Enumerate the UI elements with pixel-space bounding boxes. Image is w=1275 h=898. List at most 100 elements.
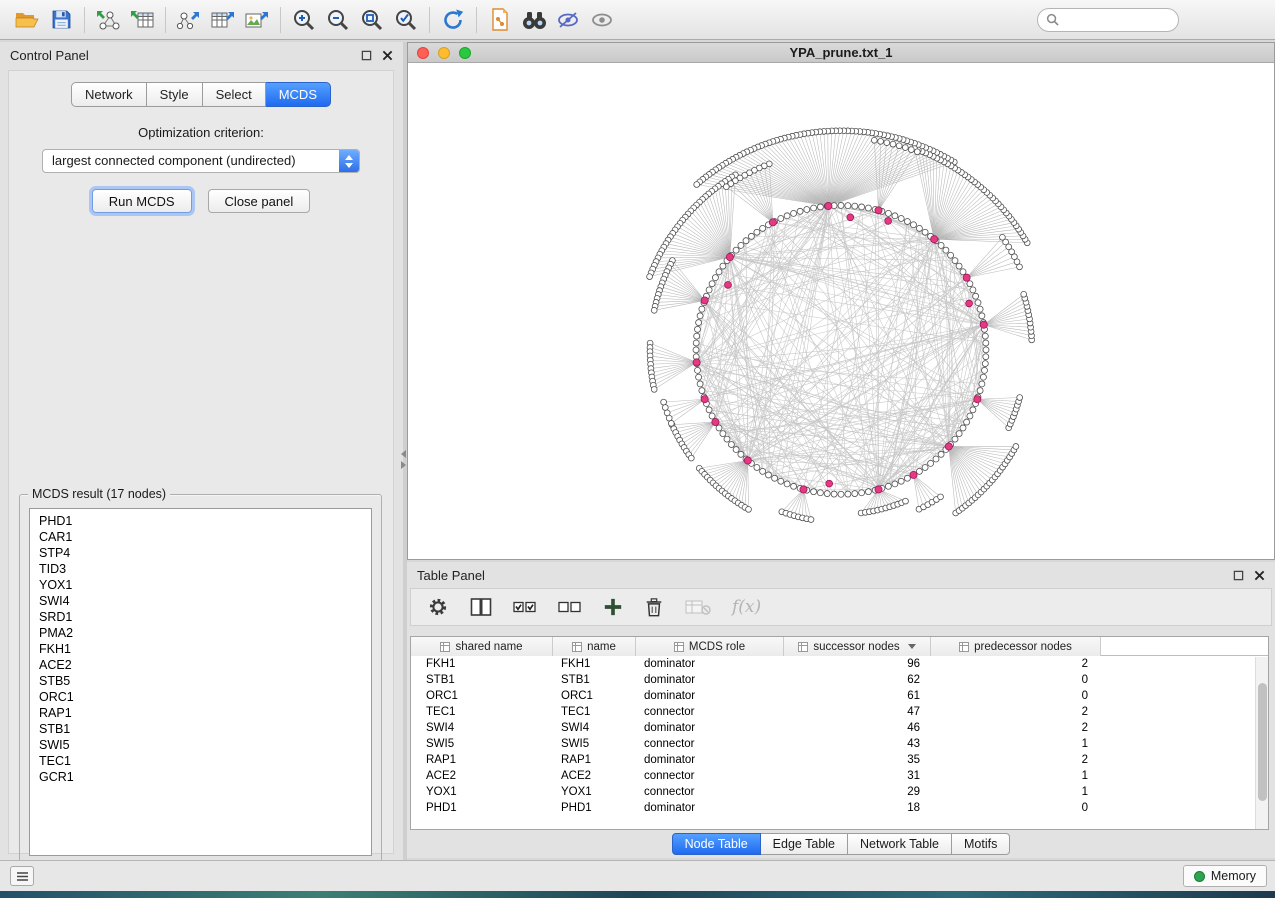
add-column-icon[interactable]: [603, 597, 623, 617]
mcds-result-list[interactable]: PHD1CAR1STP4TID3YOX1SWI4SRD1PMA2FKH1ACE2…: [29, 508, 372, 856]
table-cell[interactable]: PHD1: [411, 800, 553, 816]
column-header-shared-name[interactable]: shared name: [411, 637, 553, 656]
search-input[interactable]: [1064, 11, 1164, 29]
open-file-button[interactable]: [10, 4, 44, 36]
table-cell[interactable]: connector: [636, 736, 784, 752]
import-table-button[interactable]: [125, 4, 159, 36]
table-cell[interactable]: FKH1: [411, 656, 553, 672]
tab-edge-table[interactable]: Edge Table: [761, 833, 848, 855]
search-box[interactable]: [1037, 8, 1179, 32]
mcds-result-item[interactable]: CAR1: [39, 529, 362, 545]
table-row[interactable]: ACE2ACE2connector311: [411, 768, 1268, 784]
table-cell[interactable]: 62: [784, 672, 931, 688]
mcds-result-item[interactable]: YOX1: [39, 577, 362, 593]
float-panel-icon[interactable]: [1233, 570, 1244, 581]
close-panel-icon[interactable]: [382, 50, 393, 61]
graphics-details-button[interactable]: [551, 4, 585, 36]
select-all-icon[interactable]: [513, 599, 537, 615]
table-cell[interactable]: SWI5: [411, 736, 553, 752]
table-row[interactable]: SWI5SWI5connector431: [411, 736, 1268, 752]
table-cell[interactable]: SWI4: [553, 720, 636, 736]
table-cell[interactable]: ACE2: [553, 768, 636, 784]
export-table-button[interactable]: [206, 4, 240, 36]
table-cell[interactable]: dominator: [636, 720, 784, 736]
table-cell[interactable]: dominator: [636, 656, 784, 672]
gear-icon[interactable]: [427, 596, 449, 618]
table-cell[interactable]: 46: [784, 720, 931, 736]
table-cell[interactable]: SWI4: [411, 720, 553, 736]
table-cell[interactable]: connector: [636, 768, 784, 784]
table-cell[interactable]: 2: [931, 656, 1101, 672]
table-cell[interactable]: RAP1: [411, 752, 553, 768]
zoom-out-button[interactable]: [321, 4, 355, 36]
table-cell[interactable]: 35: [784, 752, 931, 768]
table-cell[interactable]: connector: [636, 784, 784, 800]
mcds-result-item[interactable]: SWI5: [39, 737, 362, 753]
mcds-result-item[interactable]: STP4: [39, 545, 362, 561]
run-mcds-button[interactable]: Run MCDS: [92, 189, 192, 213]
mcds-result-item[interactable]: PHD1: [39, 513, 362, 529]
memory-button[interactable]: Memory: [1183, 865, 1267, 887]
clone-network-button[interactable]: [483, 4, 517, 36]
table-row[interactable]: PHD1PHD1dominator180: [411, 800, 1268, 816]
mcds-result-item[interactable]: ACE2: [39, 657, 362, 673]
table-cell[interactable]: 43: [784, 736, 931, 752]
float-panel-icon[interactable]: [361, 50, 372, 61]
zoom-in-button[interactable]: [287, 4, 321, 36]
table-cell[interactable]: ACE2: [411, 768, 553, 784]
table-cell[interactable]: YOX1: [553, 784, 636, 800]
column-header-successor-nodes[interactable]: successor nodes: [784, 637, 931, 656]
table-row[interactable]: SWI4SWI4dominator462: [411, 720, 1268, 736]
table-cell[interactable]: PHD1: [553, 800, 636, 816]
table-cell[interactable]: SWI5: [553, 736, 636, 752]
table-row[interactable]: ORC1ORC1dominator610: [411, 688, 1268, 704]
tab-network-table[interactable]: Network Table: [848, 833, 952, 855]
refresh-button[interactable]: [436, 4, 470, 36]
tab-node-table[interactable]: Node Table: [672, 833, 761, 855]
zoom-fit-button[interactable]: [355, 4, 389, 36]
table-row[interactable]: RAP1RAP1dominator352: [411, 752, 1268, 768]
chevron-down-icon[interactable]: [908, 644, 916, 649]
mcds-result-item[interactable]: STB1: [39, 721, 362, 737]
mcds-result-item[interactable]: TEC1: [39, 753, 362, 769]
tab-network[interactable]: Network: [71, 82, 147, 107]
table-cell[interactable]: 2: [931, 704, 1101, 720]
column-layout-icon[interactable]: [470, 597, 492, 617]
network-canvas[interactable]: [408, 63, 1274, 559]
table-cell[interactable]: 0: [931, 672, 1101, 688]
table-cell[interactable]: RAP1: [553, 752, 636, 768]
table-cell[interactable]: STB1: [553, 672, 636, 688]
panel-menu-button[interactable]: [10, 866, 34, 886]
splitter-toggle-icon[interactable]: [401, 450, 406, 469]
close-panel-button[interactable]: Close panel: [208, 189, 311, 213]
table-cell[interactable]: 18: [784, 800, 931, 816]
table-cell[interactable]: dominator: [636, 688, 784, 704]
table-cell[interactable]: ORC1: [411, 688, 553, 704]
close-panel-icon[interactable]: [1254, 570, 1265, 581]
zoom-selected-button[interactable]: [389, 4, 423, 36]
table-cell[interactable]: 0: [931, 800, 1101, 816]
save-session-button[interactable]: [44, 4, 78, 36]
mcds-result-item[interactable]: RAP1: [39, 705, 362, 721]
criterion-dropdown[interactable]: largest connected component (undirected): [42, 149, 360, 173]
table-cell[interactable]: 1: [931, 784, 1101, 800]
table-cell[interactable]: connector: [636, 704, 784, 720]
table-cell[interactable]: YOX1: [411, 784, 553, 800]
table-cell[interactable]: 29: [784, 784, 931, 800]
table-cell[interactable]: STB1: [411, 672, 553, 688]
mcds-result-item[interactable]: SRD1: [39, 609, 362, 625]
table-cell[interactable]: 1: [931, 736, 1101, 752]
table-cell[interactable]: 47: [784, 704, 931, 720]
export-image-button[interactable]: [240, 4, 274, 36]
table-cell[interactable]: dominator: [636, 672, 784, 688]
column-header-predecessor-nodes[interactable]: predecessor nodes: [931, 637, 1101, 656]
mcds-result-item[interactable]: ORC1: [39, 689, 362, 705]
table-cell[interactable]: FKH1: [553, 656, 636, 672]
unselect-all-icon[interactable]: [558, 599, 582, 615]
table-cell[interactable]: 2: [931, 720, 1101, 736]
table-cell[interactable]: 2: [931, 752, 1101, 768]
table-row[interactable]: TEC1TEC1connector472: [411, 704, 1268, 720]
mcds-result-item[interactable]: GCR1: [39, 769, 362, 785]
scrollbar-thumb[interactable]: [1258, 683, 1267, 801]
table-cell[interactable]: TEC1: [411, 704, 553, 720]
